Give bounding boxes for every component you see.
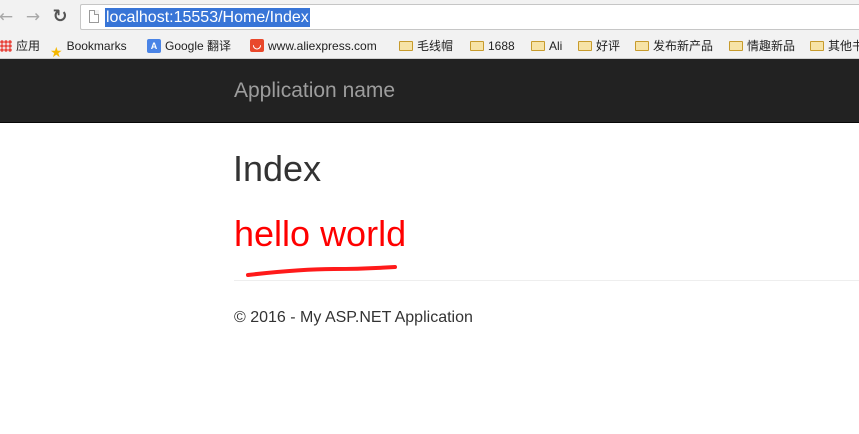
bookmark-label: www.aliexpress.com xyxy=(268,39,377,53)
forward-arrow-icon[interactable]: → xyxy=(23,6,43,28)
hello-message: hello world xyxy=(234,213,407,254)
bookmark-folder-7[interactable]: 其他书 xyxy=(810,34,859,58)
folder-icon xyxy=(729,40,743,51)
folder-icon xyxy=(470,40,484,51)
bookmark-folder-4[interactable]: 好评 xyxy=(578,34,620,58)
divider xyxy=(234,280,859,281)
google-translate-icon: A xyxy=(147,38,161,53)
folder-icon xyxy=(635,40,649,51)
bookmark-label: 1688 xyxy=(488,39,515,53)
folder-icon xyxy=(578,40,592,51)
folder-icon xyxy=(399,40,413,51)
bookmark-apps[interactable]: 应用 xyxy=(0,34,40,58)
site-navbar: Application name xyxy=(0,59,859,123)
reload-icon[interactable]: ↻ xyxy=(50,6,70,28)
apps-icon xyxy=(0,39,12,52)
bookmark-label: 情趣新品 xyxy=(747,39,796,53)
bookmark-label: 应用 xyxy=(16,39,41,53)
address-bar[interactable]: localhost:15553/Home/Index xyxy=(80,4,859,30)
aliexpress-icon: ◡ xyxy=(250,39,264,53)
folder-icon xyxy=(810,40,824,51)
back-arrow-icon[interactable]: ← xyxy=(0,6,16,28)
bookmark-label: 其他书 xyxy=(828,39,859,53)
page-title: Index xyxy=(233,148,322,189)
bookmark-label: Google 翻译 xyxy=(165,39,232,53)
footer-text: © 2016 - My ASP.NET Application xyxy=(234,309,473,326)
bookmark-folder-6[interactable]: 情趣新品 xyxy=(729,34,795,58)
bookmark-google-translate[interactable]: A Google 翻译 xyxy=(147,34,231,58)
bookmark-folder-3[interactable]: Ali xyxy=(531,34,562,58)
folder-icon xyxy=(531,40,545,51)
page-icon xyxy=(89,10,99,23)
bookmark-label: 毛线帽 xyxy=(417,39,454,53)
bookmark-folder-1[interactable]: 毛线帽 xyxy=(399,34,453,58)
brand-link[interactable]: Application name xyxy=(234,78,395,104)
red-underline-annotation xyxy=(246,265,397,277)
bookmarks-bar: 应用 ★ Bookmarks A Google 翻译 ◡ www.aliexpress… xyxy=(0,34,859,59)
star-icon: ★ xyxy=(50,43,63,59)
bookmark-folder-5[interactable]: 发布新产品 xyxy=(635,34,713,58)
bookmark-label: 好评 xyxy=(596,39,621,53)
bookmark-label: Bookmarks xyxy=(66,39,127,53)
bookmark-folder-2[interactable]: 1688 xyxy=(470,34,515,58)
browser-toolbar: ← → ↻ localhost:15553/Home/Index xyxy=(0,0,859,34)
bookmark-aliexpress[interactable]: ◡ www.aliexpress.com xyxy=(250,34,377,58)
bookmark-label: Ali xyxy=(549,39,563,53)
bookmark-bookmarks[interactable]: ★ Bookmarks xyxy=(50,34,127,58)
bookmark-label: 发布新产品 xyxy=(653,39,714,53)
url-text[interactable]: localhost:15553/Home/Index xyxy=(105,8,310,27)
